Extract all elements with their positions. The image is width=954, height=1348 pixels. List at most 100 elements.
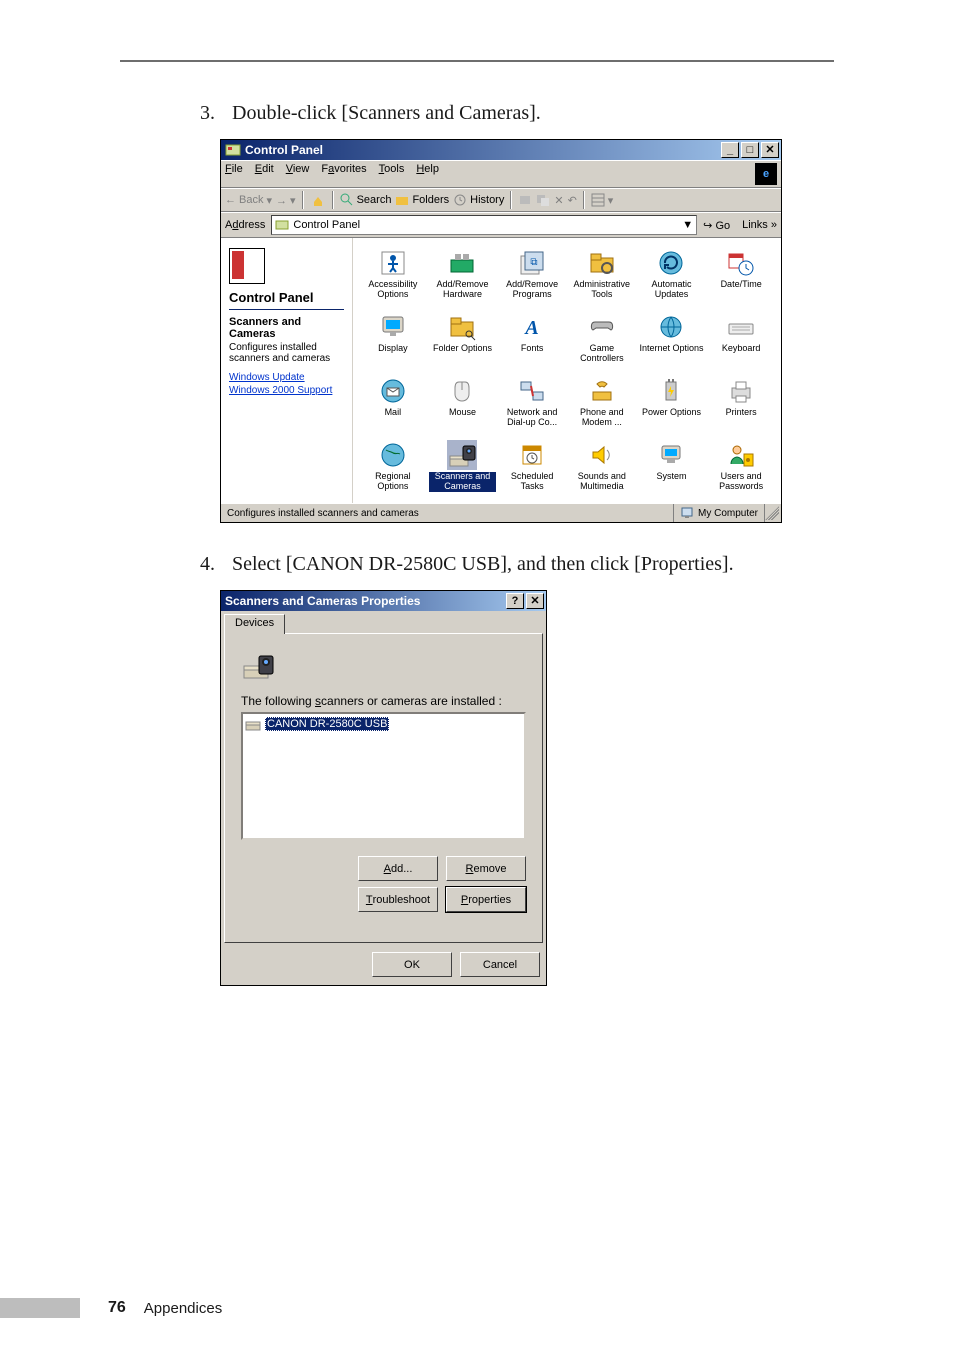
- cp-item-mail[interactable]: Mail: [359, 376, 427, 434]
- cp-item-label: Automatic Updates: [638, 280, 706, 300]
- cp-left-desc: Configures installed scanners and camera…: [229, 342, 344, 364]
- status-location: My Computer: [674, 504, 765, 522]
- cp-item-icon: [378, 376, 408, 406]
- toolbar-back[interactable]: ← Back ▾: [225, 194, 272, 207]
- cp-item-fonts[interactable]: AFonts: [498, 312, 566, 370]
- ok-button[interactable]: OK: [372, 952, 452, 977]
- toolbar-forward[interactable]: → ▾: [276, 194, 296, 207]
- svg-text:⧉: ⧉: [531, 257, 538, 268]
- toolbar-moveto[interactable]: [518, 193, 532, 207]
- cp-item-network-and-dial-up-co[interactable]: Network and Dial-up Co...: [498, 376, 566, 434]
- list-item-label: CANON DR-2580C USB: [265, 717, 389, 731]
- dlg-title: Scanners and Cameras Properties: [225, 594, 504, 608]
- ie-logo-icon: e: [755, 163, 777, 185]
- toolbar-copyto[interactable]: [536, 193, 550, 207]
- cp-addressbar: Address Control Panel ▼ ↪ Go Links »: [221, 212, 781, 238]
- menu-tools[interactable]: Tools: [379, 163, 405, 185]
- cp-item-accessibility-options[interactable]: Accessibility Options: [359, 248, 427, 306]
- link-windows-update[interactable]: Windows Update: [229, 372, 344, 383]
- toolbar-undo[interactable]: ↶: [568, 194, 577, 207]
- cp-item-label: Scanners and Cameras: [429, 472, 497, 492]
- dlg-close-button[interactable]: ✕: [526, 593, 544, 609]
- section-name: Appendices: [144, 1300, 222, 1317]
- cp-item-scanners-and-cameras[interactable]: Scanners and Cameras: [429, 440, 497, 498]
- cp-item-label: Sounds and Multimedia: [568, 472, 636, 492]
- cp-item-power-options[interactable]: Power Options: [638, 376, 706, 434]
- links-button[interactable]: Links »: [742, 219, 777, 231]
- cp-item-label: Date/Time: [721, 280, 762, 290]
- step-4: 4. Select [CANON DR-2580C USB], and then…: [200, 553, 834, 576]
- page-number: 76: [108, 1299, 126, 1317]
- cp-item-folder-options[interactable]: Folder Options: [429, 312, 497, 370]
- cp-item-keyboard[interactable]: Keyboard: [707, 312, 775, 370]
- resize-corner[interactable]: [765, 506, 779, 520]
- cp-item-scheduled-tasks[interactable]: Scheduled Tasks: [498, 440, 566, 498]
- cp-item-label: Users and Passwords: [707, 472, 775, 492]
- cp-body: Control Panel Scanners and Cameras Confi…: [221, 238, 781, 503]
- cp-left-pane: Control Panel Scanners and Cameras Confi…: [221, 238, 353, 503]
- cp-item-mouse[interactable]: Mouse: [429, 376, 497, 434]
- cp-item-icon: [587, 440, 617, 470]
- menu-favorites[interactable]: Favorites: [321, 163, 366, 185]
- cp-item-game-controllers[interactable]: Game Controllers: [568, 312, 636, 370]
- device-listbox[interactable]: CANON DR-2580C USB: [241, 712, 526, 840]
- cp-item-display[interactable]: Display: [359, 312, 427, 370]
- menu-view[interactable]: View: [286, 163, 310, 185]
- cp-item-icon: [726, 248, 756, 278]
- cp-item-sounds-and-multimedia[interactable]: Sounds and Multimedia: [568, 440, 636, 498]
- toolbar-views[interactable]: ▾: [591, 193, 614, 207]
- cp-item-label: Mail: [385, 408, 402, 418]
- cp-item-add-remove-programs[interactable]: ⧉ Add/Remove Programs: [498, 248, 566, 306]
- cp-item-label: Mouse: [449, 408, 476, 418]
- cp-item-icon: [726, 312, 756, 342]
- link-windows-2000-support[interactable]: Windows 2000 Support: [229, 385, 344, 396]
- menu-edit[interactable]: Edit: [255, 163, 274, 185]
- dlg-tabstrip: Devices: [224, 614, 543, 634]
- cp-item-icon: [447, 376, 477, 406]
- toolbar-history[interactable]: History: [453, 193, 504, 207]
- list-item[interactable]: CANON DR-2580C USB: [245, 716, 522, 732]
- device-category-icon: [241, 648, 277, 684]
- help-button[interactable]: ?: [506, 593, 524, 609]
- menu-help[interactable]: Help: [416, 163, 439, 185]
- cp-item-administrative-tools[interactable]: Administrative Tools: [568, 248, 636, 306]
- tab-panel-devices: The following scanners or cameras are in…: [224, 633, 543, 943]
- cancel-button[interactable]: Cancel: [460, 952, 540, 977]
- cp-item-add-remove-hardware[interactable]: Add/Remove Hardware: [429, 248, 497, 306]
- cp-item-automatic-updates[interactable]: Automatic Updates: [638, 248, 706, 306]
- cp-item-label: Display: [378, 344, 408, 354]
- go-button[interactable]: ↪ Go: [703, 219, 730, 232]
- cp-item-icon: [656, 248, 686, 278]
- cp-item-label: Phone and Modem ...: [568, 408, 636, 428]
- cp-item-regional-options[interactable]: Regional Options: [359, 440, 427, 498]
- cp-item-printers[interactable]: Printers: [707, 376, 775, 434]
- cp-item-users-and-passwords[interactable]: Users and Passwords: [707, 440, 775, 498]
- cp-item-label: Internet Options: [639, 344, 703, 354]
- address-field[interactable]: Control Panel ▼: [271, 215, 697, 235]
- dlg-footer: OK Cancel: [221, 946, 546, 985]
- cp-item-icon: [726, 376, 756, 406]
- cp-item-system[interactable]: System: [638, 440, 706, 498]
- cp-item-phone-and-modem[interactable]: Phone and Modem ...: [568, 376, 636, 434]
- tab-devices[interactable]: Devices: [224, 614, 285, 634]
- cp-item-internet-options[interactable]: Internet Options: [638, 312, 706, 370]
- cp-left-sep: [229, 309, 344, 310]
- troubleshoot-button[interactable]: Troubleshoot: [358, 887, 438, 912]
- add-button[interactable]: Add...: [358, 856, 438, 881]
- cp-item-label: Add/Remove Hardware: [429, 280, 497, 300]
- cp-item-label: Add/Remove Programs: [498, 280, 566, 300]
- toolbar-delete[interactable]: ✕: [554, 194, 563, 207]
- properties-button[interactable]: Properties: [446, 887, 526, 912]
- menu-file[interactable]: File: [225, 163, 243, 185]
- toolbar-folders[interactable]: Folders: [395, 193, 449, 207]
- dlg-titlebar: Scanners and Cameras Properties ? ✕: [221, 591, 546, 611]
- cp-item-date-time[interactable]: Date/Time: [707, 248, 775, 306]
- toolbar-up[interactable]: [310, 192, 326, 208]
- close-button[interactable]: ✕: [761, 142, 779, 158]
- minimize-button[interactable]: _: [721, 142, 739, 158]
- cp-titlebar: Control Panel _ □ ✕: [221, 140, 781, 160]
- remove-button[interactable]: Remove: [446, 856, 526, 881]
- toolbar-search[interactable]: Search: [340, 193, 392, 207]
- maximize-button[interactable]: □: [741, 142, 759, 158]
- cp-item-icon: ⧉: [517, 248, 547, 278]
